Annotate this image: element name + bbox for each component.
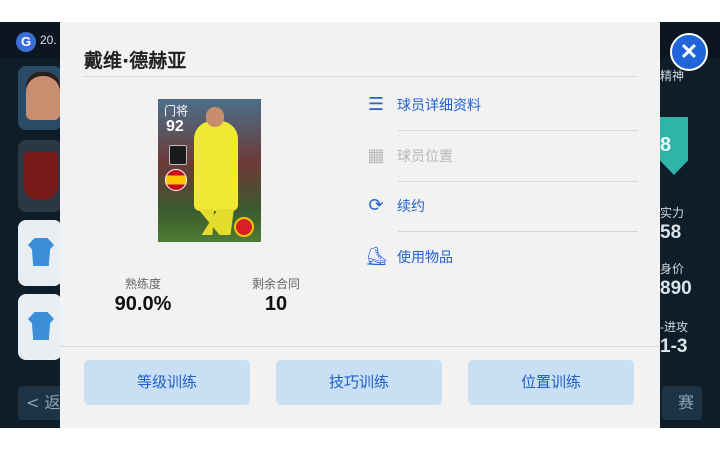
proficiency-value: 90.0%	[114, 293, 172, 315]
player-legs-image	[198, 209, 234, 235]
dialog-title: 戴维·德赫亚	[84, 50, 187, 72]
boot-icon: ⛸	[365, 246, 388, 267]
menu-divider	[398, 130, 638, 131]
skill-training-button[interactable]: 技巧训练	[276, 360, 442, 405]
right-stat-value: 1-3	[660, 336, 688, 357]
menu-player-position[interactable]: ▦ 球员位置	[361, 133, 638, 181]
refresh-icon: ⟳	[368, 195, 384, 216]
right-stat-label: 身价	[660, 262, 685, 276]
right-stat-label: 实力	[660, 206, 685, 220]
list-icon: ☰	[367, 94, 385, 115]
spain-flag-icon	[165, 169, 187, 191]
close-button[interactable]: ✕	[670, 33, 708, 71]
right-stat-value: 58	[660, 222, 682, 243]
proficiency-label: 熟练度	[124, 277, 161, 291]
shirt-icon	[28, 312, 54, 340]
home-kit-card[interactable]	[18, 220, 62, 286]
player-head-image	[206, 107, 224, 127]
title-divider	[84, 76, 637, 77]
menu-use-item[interactable]: ⛸ 使用物品	[361, 234, 638, 282]
right-stat-label: 精神	[660, 69, 685, 83]
background-top-text: 20.	[40, 33, 57, 47]
menu-renew-contract[interactable]: ⟳ 续约	[361, 183, 638, 231]
menu-label: 使用物品	[397, 250, 453, 266]
next-nav-button[interactable]: 赛 >	[662, 386, 702, 428]
right-stat-label: -进攻	[660, 320, 688, 334]
right-stat-value: 890	[660, 278, 692, 299]
right-stat-value: 8	[660, 134, 672, 156]
coach-card[interactable]	[18, 66, 62, 130]
player-body-image	[194, 121, 238, 211]
level-training-button[interactable]: 等级训练	[84, 360, 250, 405]
player-dialog: 戴维·德赫亚 门将 92 熟练度 90.0% 剩余合同 10 ☰ 球员详细资料 …	[60, 22, 660, 428]
menu-label: 续约	[397, 199, 425, 215]
app-g-icon: G	[16, 32, 36, 52]
position-training-button[interactable]: 位置训练	[468, 360, 634, 405]
menu-player-details[interactable]: ☰ 球员详细资料	[361, 82, 638, 130]
club-crest-icon	[24, 152, 58, 200]
menu-label: 球员详细资料	[397, 98, 481, 114]
club-card[interactable]	[18, 140, 62, 212]
shirt-icon	[28, 238, 54, 266]
actions-divider	[60, 346, 660, 347]
pitch-icon: ▦	[367, 145, 385, 166]
back-nav-button[interactable]: < 返	[18, 386, 64, 420]
menu-divider	[398, 181, 638, 182]
card-type-badge-icon	[169, 145, 187, 165]
club-logo-icon	[234, 217, 254, 237]
menu-label: 球员位置	[397, 149, 453, 165]
coach-avatar	[26, 76, 60, 120]
menu-divider	[398, 231, 638, 232]
player-position: 门将	[164, 104, 189, 118]
contract-value: 10	[264, 293, 288, 315]
contract-label: 剩余合同	[251, 277, 300, 291]
away-kit-card[interactable]	[18, 294, 62, 360]
player-overall: 92	[166, 118, 184, 135]
player-card[interactable]: 门将 92	[158, 99, 261, 242]
